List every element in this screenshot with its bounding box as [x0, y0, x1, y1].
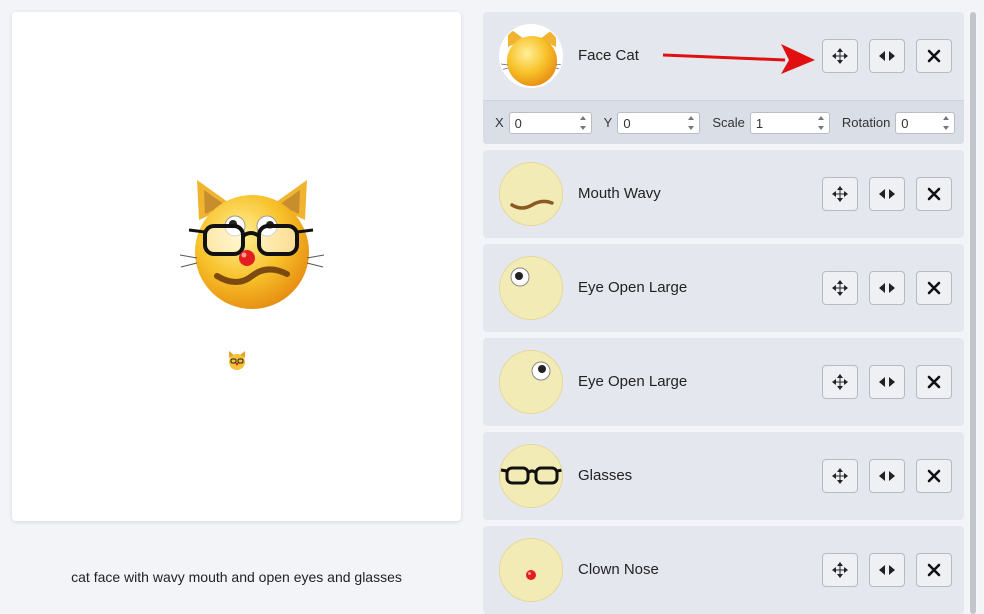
- flip-horizontal-icon: [879, 471, 895, 481]
- delete-button[interactable]: [916, 177, 952, 211]
- close-icon: [927, 375, 941, 389]
- layer-item-eye-open-large-left[interactable]: Eye Open Large: [483, 244, 964, 332]
- layer-item-glasses[interactable]: Glasses: [483, 432, 964, 520]
- layer-item-eye-open-large-right[interactable]: Eye Open Large: [483, 338, 964, 426]
- eye-open-right-icon: [499, 350, 563, 414]
- wavy-mouth-icon: [499, 162, 563, 226]
- move-arrows-icon: [832, 280, 848, 296]
- spinner-icon[interactable]: [817, 115, 825, 130]
- flip-horizontal-icon: [879, 51, 895, 61]
- spinner-icon[interactable]: [687, 115, 695, 130]
- flip-horizontal-icon: [879, 565, 895, 575]
- rotation-input[interactable]: 0: [895, 111, 956, 134]
- move-arrows-icon: [832, 374, 848, 390]
- move-button[interactable]: [822, 459, 858, 493]
- flip-horizontal-icon: [879, 189, 895, 199]
- delete-button[interactable]: [916, 39, 952, 73]
- close-icon: [927, 563, 941, 577]
- flip-button[interactable]: [869, 553, 905, 587]
- close-icon: [927, 187, 941, 201]
- move-arrows-icon: [832, 48, 848, 64]
- spinner-icon[interactable]: [942, 115, 950, 130]
- delete-button[interactable]: [916, 553, 952, 587]
- x-input[interactable]: 0: [508, 111, 592, 134]
- flip-button[interactable]: [869, 365, 905, 399]
- move-button[interactable]: [822, 39, 858, 73]
- rotation-label: Rotation: [841, 115, 891, 130]
- flip-button[interactable]: [869, 271, 905, 305]
- flip-horizontal-icon: [879, 283, 895, 293]
- layer-name: Glasses: [578, 467, 633, 484]
- move-arrows-icon: [832, 562, 848, 578]
- x-label: X: [495, 115, 504, 130]
- cat-face-icon: [499, 24, 563, 88]
- cat-face-small-icon: [229, 351, 245, 370]
- scale-label: Scale: [712, 115, 745, 130]
- delete-button[interactable]: [916, 365, 952, 399]
- preview-canvas: [12, 12, 461, 521]
- move-arrows-icon: [832, 186, 848, 202]
- layer-name: Mouth Wavy: [578, 185, 661, 202]
- layers-scrollbar[interactable]: [968, 12, 978, 614]
- spinner-icon[interactable]: [579, 115, 587, 130]
- layer-name: Clown Nose: [578, 561, 659, 578]
- layer-item-face-cat[interactable]: Face Cat X 0 Y 0 Scale 1 Rotation 0: [483, 12, 964, 144]
- move-button[interactable]: [822, 553, 858, 587]
- layer-item-clown-nose[interactable]: Clown Nose: [483, 526, 964, 614]
- delete-button[interactable]: [916, 271, 952, 305]
- cat-face-composite-icon: [179, 180, 325, 309]
- layer-properties: X 0 Y 0 Scale 1 Rotation 0: [483, 100, 964, 144]
- move-arrows-icon: [832, 468, 848, 484]
- layer-name: Eye Open Large: [578, 373, 688, 390]
- move-button[interactable]: [822, 365, 858, 399]
- layer-item-mouth-wavy[interactable]: Mouth Wavy: [483, 150, 964, 238]
- move-button[interactable]: [822, 177, 858, 211]
- y-label: Y: [603, 115, 613, 130]
- flip-button[interactable]: [869, 39, 905, 73]
- layer-name: Eye Open Large: [578, 279, 688, 296]
- close-icon: [927, 469, 941, 483]
- eye-open-left-icon: [499, 256, 563, 320]
- delete-button[interactable]: [916, 459, 952, 493]
- layers-panel: Face Cat X 0 Y 0 Scale 1 Rotation 0 Mout…: [483, 12, 966, 614]
- move-button[interactable]: [822, 271, 858, 305]
- scrollbar-thumb[interactable]: [970, 12, 976, 614]
- layer-name: Face Cat: [578, 47, 639, 64]
- close-icon: [927, 281, 941, 295]
- preview-caption: cat face with wavy mouth and open eyes a…: [71, 569, 402, 585]
- flip-button[interactable]: [869, 177, 905, 211]
- scale-input[interactable]: 1: [749, 111, 830, 134]
- clown-nose-icon: [499, 538, 563, 602]
- glasses-icon: [499, 444, 563, 508]
- flip-button[interactable]: [869, 459, 905, 493]
- flip-horizontal-icon: [879, 377, 895, 387]
- y-input[interactable]: 0: [617, 111, 701, 134]
- close-icon: [927, 49, 941, 63]
